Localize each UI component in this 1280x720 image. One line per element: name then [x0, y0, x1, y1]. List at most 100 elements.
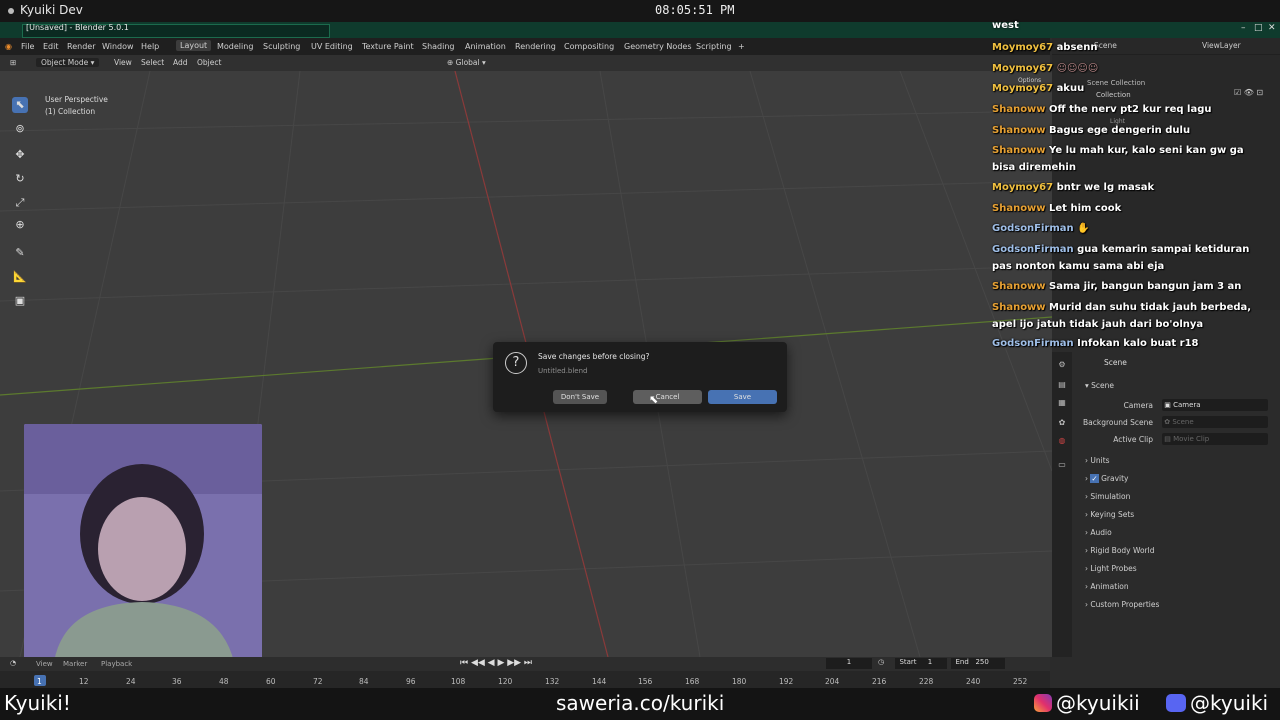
camera-field[interactable]: ▣ Camera: [1162, 399, 1268, 411]
scene-tab-icon[interactable]: ✿: [1057, 418, 1067, 428]
menu-file[interactable]: File: [21, 42, 34, 51]
output-tab-icon[interactable]: ▦: [1057, 398, 1067, 408]
panel-keying-sets[interactable]: › Keying Sets: [1085, 510, 1134, 519]
menu-help[interactable]: Help: [141, 42, 159, 51]
tab-modeling[interactable]: Modeling: [217, 42, 253, 51]
tab-texture-paint[interactable]: Texture Paint: [362, 42, 414, 51]
add-workspace-button[interactable]: +: [738, 42, 745, 51]
cursor-tool-icon[interactable]: ⊚: [12, 121, 28, 137]
panel-gravity[interactable]: › ✓ Gravity: [1085, 474, 1128, 483]
blender-logo-icon[interactable]: ◉: [5, 42, 12, 51]
tab-shading[interactable]: Shading: [422, 42, 455, 51]
tool-tab-icon[interactable]: ⚙: [1057, 360, 1067, 370]
tab-layout[interactable]: Layout: [176, 40, 212, 51]
mode-select[interactable]: Object Mode ▾: [36, 58, 100, 67]
render-tab-icon[interactable]: ▤: [1057, 380, 1067, 390]
save-button[interactable]: Save: [708, 390, 777, 404]
annotate-tool-icon[interactable]: ✎: [12, 245, 28, 261]
rotate-tool-icon[interactable]: ↻: [12, 171, 28, 187]
transform-label: Global: [455, 58, 480, 67]
frame-tick: 72: [313, 677, 323, 686]
tab-geometry-nodes[interactable]: Geometry Nodes: [624, 42, 691, 51]
background-scene-label: Background Scene: [1083, 418, 1153, 427]
frame-tick: 84: [359, 677, 369, 686]
playback-controls[interactable]: ⏮ ◀◀ ◀ ▶ ▶▶ ⏭: [460, 658, 532, 668]
start-frame-field[interactable]: Start 1: [895, 658, 947, 669]
os-window-title: Kyuiki Dev: [20, 3, 83, 17]
world-tab-icon[interactable]: ◍: [1057, 436, 1067, 446]
gravity-checkbox[interactable]: ✓: [1090, 474, 1099, 483]
chat-header: west: [992, 20, 1019, 31]
chat-text: Bagus ege dengerin dulu: [1049, 125, 1191, 136]
transform-tool-icon[interactable]: ⊕: [12, 217, 28, 233]
timeline-editor-icon[interactable]: ◔: [10, 659, 16, 667]
stream-footer: Kyuiki! saweria.co/kuriki @kyuikii @kyui…: [0, 688, 1280, 720]
frame-tick: 240: [966, 677, 981, 686]
chat-user: Shanoww: [992, 302, 1046, 313]
question-icon: ?: [505, 352, 527, 374]
scale-tool-icon[interactable]: ⤢: [12, 195, 28, 211]
frame-tick: 1: [37, 677, 42, 686]
background-scene-field[interactable]: ✿ Scene: [1162, 416, 1268, 428]
end-frame-field[interactable]: End 250: [951, 658, 1005, 669]
tab-animation[interactable]: Animation: [465, 42, 506, 51]
chat-user: Moymoy67: [992, 83, 1054, 94]
frame-tick: 228: [919, 677, 934, 686]
chat-user: Shanoww: [992, 145, 1046, 156]
active-clip-field[interactable]: ▤ Movie Clip: [1162, 433, 1268, 445]
panel-custom-properties[interactable]: › Custom Properties: [1085, 600, 1159, 609]
timeline-playback-menu[interactable]: Playback: [101, 660, 132, 668]
tool-bar: ⬉ ⊚ ✥ ↻ ⤢ ⊕ ✎ 📐 ▣: [8, 93, 32, 313]
tab-sculpting[interactable]: Sculpting: [263, 42, 300, 51]
panel-keying-sets-label: Keying Sets: [1090, 510, 1135, 519]
timeline-marker-menu[interactable]: Marker: [63, 660, 87, 668]
add-cube-tool-icon[interactable]: ▣: [12, 293, 28, 309]
measure-tool-icon[interactable]: 📐: [12, 269, 28, 285]
move-tool-icon[interactable]: ✥: [12, 147, 28, 163]
panel-light-probes[interactable]: › Light Probes: [1085, 564, 1137, 573]
panel-simulation[interactable]: › Simulation: [1085, 492, 1130, 501]
transform-orientation-select[interactable]: ⊕ Global ▾: [447, 58, 486, 67]
select-menu[interactable]: Select: [141, 58, 164, 67]
add-menu[interactable]: Add: [173, 58, 188, 67]
object-menu[interactable]: Object: [197, 58, 221, 67]
viewport-perspective-label: User Perspective: [45, 95, 108, 104]
panel-units[interactable]: › Units: [1085, 456, 1110, 465]
chat-message: Shanoww Ye lu mah kur, kalo seni kan gw …: [992, 142, 1254, 176]
menu-window[interactable]: Window: [102, 42, 134, 51]
camera-label: Camera: [1123, 401, 1153, 410]
viewport-collection-label: (1) Collection: [45, 107, 96, 116]
clock-icon: ◷: [878, 658, 885, 666]
dont-save-button[interactable]: Don't Save: [553, 390, 607, 404]
chat-message: Moymoy67 ☺☺☺☺: [992, 60, 1254, 77]
close-button[interactable]: ✕: [1268, 23, 1276, 33]
instagram-icon: [1034, 694, 1052, 712]
menu-bar: ◉ File Edit Render Window Help Layout Mo…: [0, 38, 1050, 55]
webcam-feed: [24, 424, 262, 662]
tab-rendering[interactable]: Rendering: [515, 42, 556, 51]
tab-scripting[interactable]: Scripting: [696, 42, 732, 51]
panel-units-label: Units: [1090, 456, 1110, 465]
collection-tab-icon[interactable]: ▭: [1057, 460, 1067, 470]
menu-render[interactable]: Render: [67, 42, 95, 51]
frame-tick: 192: [779, 677, 794, 686]
camera-value: Camera: [1173, 401, 1201, 409]
frame-tick: 156: [638, 677, 653, 686]
tab-compositing[interactable]: Compositing: [564, 42, 614, 51]
dialog-filename: Untitled.blend: [538, 367, 588, 375]
panel-rigid-body-world[interactable]: › Rigid Body World: [1085, 546, 1155, 555]
timeline-view-menu[interactable]: View: [36, 660, 53, 668]
panel-audio[interactable]: › Audio: [1085, 528, 1112, 537]
cancel-button[interactable]: Cancel: [633, 390, 702, 404]
end-value: 250: [975, 658, 989, 666]
current-frame-field[interactable]: 1: [826, 658, 872, 669]
tab-uv-editing[interactable]: UV Editing: [311, 42, 353, 51]
select-tool-icon[interactable]: ⬉: [12, 97, 28, 113]
editor-type-icon[interactable]: ⊞: [10, 58, 16, 67]
scene-section-header[interactable]: ▾ Scene: [1085, 381, 1114, 390]
chat-message: Moymoy67 akuu: [992, 80, 1254, 97]
menu-edit[interactable]: Edit: [43, 42, 59, 51]
panel-animation[interactable]: › Animation: [1085, 582, 1129, 591]
mode-label: Object Mode: [41, 58, 89, 67]
view-menu[interactable]: View: [114, 58, 132, 67]
